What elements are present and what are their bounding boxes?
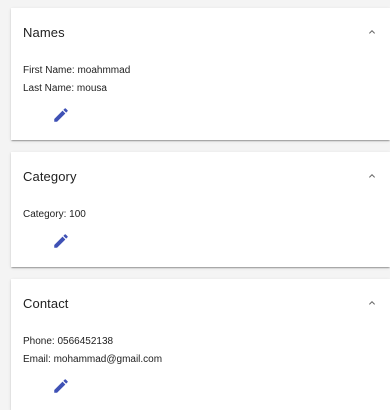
last-name-value: mousa (76, 83, 107, 94)
names-panel-title: Names (23, 25, 65, 40)
category-panel: Category Category: 100 (11, 152, 390, 267)
category-label: Category: (23, 209, 70, 220)
category-value: 100 (69, 209, 86, 220)
last-name-label: Last Name: (23, 83, 77, 94)
edit-contact-pencil-icon[interactable] (52, 377, 70, 395)
category-panel-body: Category: 100 (11, 200, 390, 250)
category-panel-header[interactable]: Category (11, 152, 390, 200)
names-panel-body: First Name: moahmmad Last Name: mousa (11, 56, 390, 124)
contact-panel-title: Contact (23, 296, 69, 311)
contact-panel: Contact Phone: 0566452138 Email: mohamma… (11, 279, 390, 410)
chevron-up-icon[interactable] (366, 170, 378, 182)
last-name-field: Last Name: mousa (23, 80, 378, 98)
contact-panel-header[interactable]: Contact (11, 279, 390, 327)
email-value: mohammad@gmail.com (53, 354, 163, 365)
phone-field: Phone: 0566452138 (23, 333, 378, 351)
email-field: Email: mohammad@gmail.com (23, 351, 378, 369)
edit-names-pencil-icon[interactable] (52, 106, 70, 124)
category-field: Category: 100 (23, 206, 378, 224)
chevron-up-icon[interactable] (366, 297, 378, 309)
names-panel-header[interactable]: Names (11, 8, 390, 56)
phone-value: 0566452138 (57, 336, 114, 347)
first-name-value: moahmmad (77, 65, 131, 76)
chevron-up-icon[interactable] (366, 26, 378, 38)
first-name-field: First Name: moahmmad (23, 62, 378, 80)
email-label: Email: (23, 354, 54, 365)
edit-category-pencil-icon[interactable] (52, 232, 70, 250)
category-panel-title: Category (23, 169, 77, 184)
phone-label: Phone: (23, 336, 58, 347)
contact-panel-body: Phone: 0566452138 Email: mohammad@gmail.… (11, 327, 390, 395)
first-name-label: First Name: (23, 65, 78, 76)
names-panel: Names First Name: moahmmad Last Name: mo… (11, 8, 390, 140)
